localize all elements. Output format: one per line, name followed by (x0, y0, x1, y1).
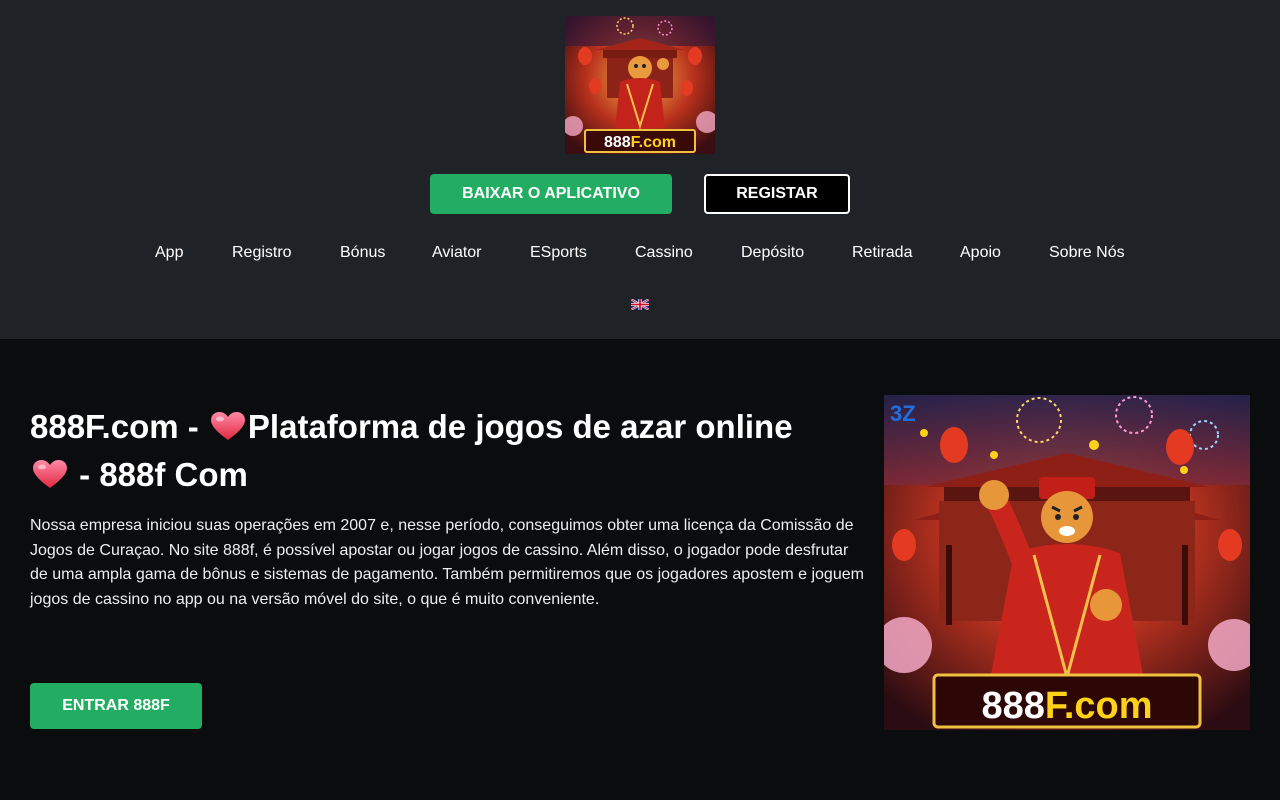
title-part-2: Plataforma de jogos de azar online (247, 408, 793, 445)
nav-item-deposito[interactable]: Depósito (741, 244, 804, 262)
nav-item-app[interactable]: App (155, 244, 183, 262)
nav-item-apoio[interactable]: Apoio (960, 244, 1001, 262)
nav-item-esports[interactable]: ESports (530, 244, 587, 262)
download-app-button[interactable]: BAIXAR O APLICATIVO (430, 174, 672, 214)
heart-icon (210, 407, 246, 440)
heart-icon (32, 455, 68, 488)
intro-paragraph: Nossa empresa iniciou suas operações em … (30, 517, 864, 608)
title-part-1: 888F.com - (30, 408, 199, 445)
banner-text-right: F.com (1045, 685, 1153, 727)
nav-item-retirada[interactable]: Retirada (852, 244, 912, 262)
nav-item-bonus[interactable]: Bónus (340, 244, 385, 262)
tiger-logo-icon[interactable]: 888F.com (565, 16, 715, 154)
logo-text-right: F.com (631, 134, 676, 151)
register-button[interactable]: REGISTAR (704, 174, 850, 214)
uk-flag-icon[interactable] (630, 297, 650, 311)
nav-item-sobre-nos[interactable]: Sobre Nós (1049, 244, 1125, 262)
nav-item-aviator[interactable]: Aviator (432, 244, 482, 262)
svg-text:888F.com: 888F.com (981, 685, 1152, 727)
svg-text:888F.com: 888F.com (604, 134, 676, 151)
enter-888f-button[interactable]: ENTRAR 888F (30, 683, 202, 729)
nav-item-registro[interactable]: Registro (232, 244, 292, 262)
banner-text-left: 888 (981, 685, 1044, 727)
title-part-3: - 888f Com (79, 456, 248, 493)
site-header: 888F.com BAIXAR O APLICATIVO REGISTAR Ap… (0, 0, 1280, 339)
banner-corner-logo: 3Z (890, 401, 916, 426)
page-title: 888F.com - Plataforma de jogos de azar o… (30, 403, 870, 499)
logo-text-left: 888 (604, 134, 631, 151)
nav-item-cassino[interactable]: Cassino (635, 244, 693, 262)
main-nav: App Registro Bónus Aviator ESports Cassi… (0, 244, 1280, 266)
tiger-banner-icon[interactable]: 888F.com 3Z (884, 395, 1250, 730)
